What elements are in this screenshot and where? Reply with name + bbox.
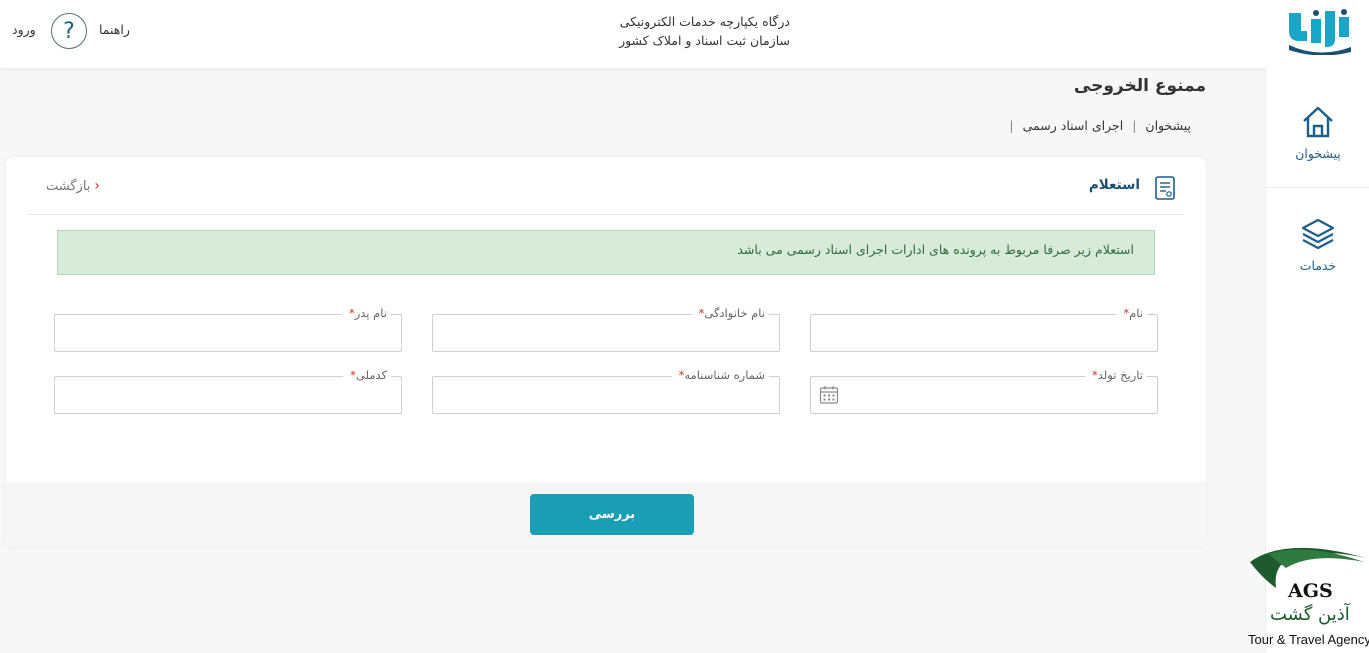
document-icon: [1155, 176, 1175, 200]
field-label: نام خانوادگی*: [691, 306, 769, 320]
field-label: نام*: [1116, 306, 1147, 320]
breadcrumb-separator: |: [1132, 118, 1137, 133]
nav-item-dashboard[interactable]: پیشخوان: [1266, 104, 1369, 161]
field-label-text: شماره شناسنامه: [684, 368, 765, 382]
field-label: شماره شناسنامه*: [671, 368, 769, 382]
watermark-tagline: Tour & Travel Agency: [1248, 632, 1369, 647]
field-label-text: کدملی: [355, 368, 387, 382]
portal-title-line1: درگاه یکپارچه خدمات الکترونیکی: [619, 14, 790, 29]
inquiry-card: استعلام ‹ بازگشت استعلام زیر صرفا مربوط …: [6, 157, 1206, 547]
watermark-name: آذین گشت: [1270, 604, 1350, 625]
agency-watermark: AGS آذین گشت Tour & Travel Agency: [1246, 542, 1369, 650]
help-label: راهنما: [99, 22, 130, 37]
id-number-field[interactable]: شماره شناسنامه*: [432, 368, 780, 414]
help-icon: ?: [51, 13, 87, 49]
info-notice: استعلام زیر صرفا مربوط به پرونده های ادا…: [57, 230, 1155, 275]
chevron-left-icon: ‹: [94, 178, 101, 194]
login-button[interactable]: ورود: [12, 22, 36, 37]
card-divider: [28, 214, 1184, 215]
sabt-logo[interactable]: [1285, 7, 1355, 55]
portal-title-line2: سازمان ثبت اسناد و املاک کشور: [619, 33, 790, 48]
field-label: تاریخ تولد*: [1085, 368, 1147, 382]
nav-divider: [1266, 187, 1369, 188]
breadcrumb-item-dashboard[interactable]: پیشخوان: [1145, 118, 1191, 133]
back-link[interactable]: ‹ بازگشت: [46, 178, 100, 194]
field-label-text: تاریخ تولد: [1097, 368, 1143, 382]
nav-item-label: پیشخوان: [1295, 146, 1341, 161]
calendar-icon[interactable]: [819, 385, 839, 405]
top-bar: درگاه یکپارچه خدمات الکترونیکی سازمان ثب…: [0, 0, 1369, 68]
submit-button[interactable]: بررسی: [530, 494, 694, 535]
home-icon: [1303, 106, 1333, 138]
layers-icon: [1301, 218, 1335, 250]
nav-item-services[interactable]: خدمات: [1266, 216, 1369, 273]
card-title: استعلام: [1088, 177, 1140, 193]
field-label: کدملی*: [343, 368, 391, 382]
help-button[interactable]: ? راهنما: [51, 13, 130, 49]
father-name-field[interactable]: نام پدر*: [54, 306, 402, 352]
field-label: نام پدر*: [341, 306, 391, 320]
field-label-text: نام پدر: [354, 306, 387, 320]
breadcrumb: پیشخوان | اجرای اسناد رسمی |: [1009, 118, 1191, 133]
last-name-field[interactable]: نام خانوادگی*: [432, 306, 780, 352]
national-code-field[interactable]: کدملی*: [54, 368, 402, 414]
nav-item-label: خدمات: [1299, 258, 1337, 273]
page-title: ممنوع الخروجی: [1073, 76, 1206, 96]
birth-date-field[interactable]: تاریخ تولد*: [810, 368, 1158, 414]
field-label-text: نام: [1129, 306, 1143, 320]
breadcrumb-separator: |: [1009, 118, 1014, 133]
portal-title: درگاه یکپارچه خدمات الکترونیکی سازمان ثب…: [600, 12, 790, 50]
breadcrumb-item-official-docs[interactable]: اجرای اسناد رسمی: [1023, 118, 1124, 133]
watermark-brand: AGS: [1288, 580, 1333, 602]
card-footer: بررسی: [6, 482, 1206, 547]
field-label-text: نام خانوادگی: [704, 306, 765, 320]
first-name-field[interactable]: نام*: [810, 306, 1158, 352]
back-label: بازگشت: [46, 178, 91, 194]
